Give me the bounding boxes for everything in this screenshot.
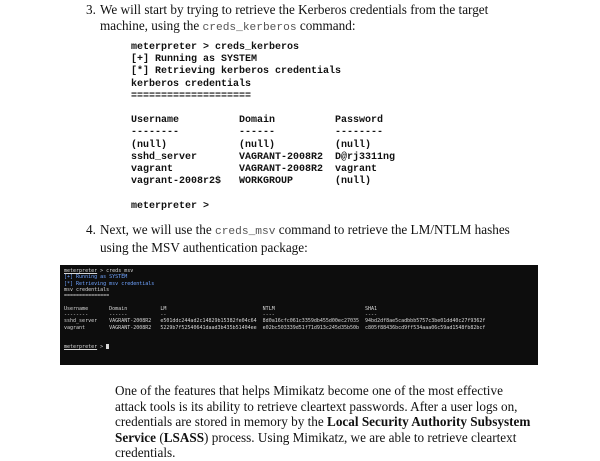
step-4-text-start: Next, we will use the [100, 222, 215, 237]
console-line: -------- ------ -------- [131, 127, 384, 139]
terminal-line: [+] Running as SYSTEM [64, 274, 128, 281]
terminal-screenshot: meterpreter > creds_msv [+] Running as S… [60, 265, 538, 365]
step-3-text-end: command: [296, 18, 356, 33]
kerberos-console-output: meterpreter > creds_kerberos [+] Running… [131, 42, 395, 213]
console-line: Username Domain Password [131, 115, 384, 127]
terminal-table-row: sshd_server VAGRANT-2008R2 e501ddc244ad2… [64, 318, 486, 325]
step-3: 3. We will start by trying to retrieve t… [86, 2, 530, 36]
console-line: [+] Running as SYSTEM [131, 54, 258, 66]
step-4: 4. Next, we will use the creds_msv comma… [86, 222, 530, 256]
step-number: 3. [86, 2, 96, 17]
terminal-command: > creds_msv [97, 268, 134, 274]
body-paragraph: One of the features that helps Mimikatz … [115, 383, 535, 461]
terminal-table-header: Username Domain LM NTLM SHA1 [64, 305, 378, 312]
terminal-table-rule: -------- ------ -- ---- ---- [64, 312, 378, 319]
terminal-prompt: meterpreter [64, 343, 98, 350]
console-line: meterpreter > [131, 200, 210, 212]
terminal-command: > [97, 343, 107, 350]
paragraph-text: ( [156, 429, 164, 445]
console-line: meterpreter > creds_kerberos [131, 42, 300, 53]
console-line: [*] Retrieving kerberos credentials [131, 66, 342, 78]
console-line: vagrant-2008r2$ WORKGROUP (null) [131, 176, 372, 188]
terminal-line: [*] Retrieving msv credentials [64, 280, 155, 287]
console-line: (null) (null) (null) [131, 139, 372, 151]
terminal-prompt: meterpreter [64, 268, 98, 274]
step-number: 4. [86, 222, 96, 237]
console-line: sshd_server VAGRANT-2008R2 D@rj3311ng [131, 151, 396, 163]
console-line: vagrant VAGRANT-2008R2 vagrant [131, 164, 378, 176]
terminal-cursor [106, 343, 110, 349]
console-line: kerberos credentials [131, 78, 252, 90]
inline-code-creds-kerberos: creds_kerberos [202, 22, 297, 34]
terminal-line: =============== [64, 293, 110, 300]
terminal-table-row: vagrant VAGRANT-2008R2 5229b7f52540641da… [64, 324, 486, 331]
console-line: ==================== [131, 90, 252, 102]
lsass-acronym: LSASS [163, 429, 205, 445]
terminal-line: msv credentials [64, 286, 110, 293]
inline-code-creds-msv: creds_msv [215, 226, 276, 238]
